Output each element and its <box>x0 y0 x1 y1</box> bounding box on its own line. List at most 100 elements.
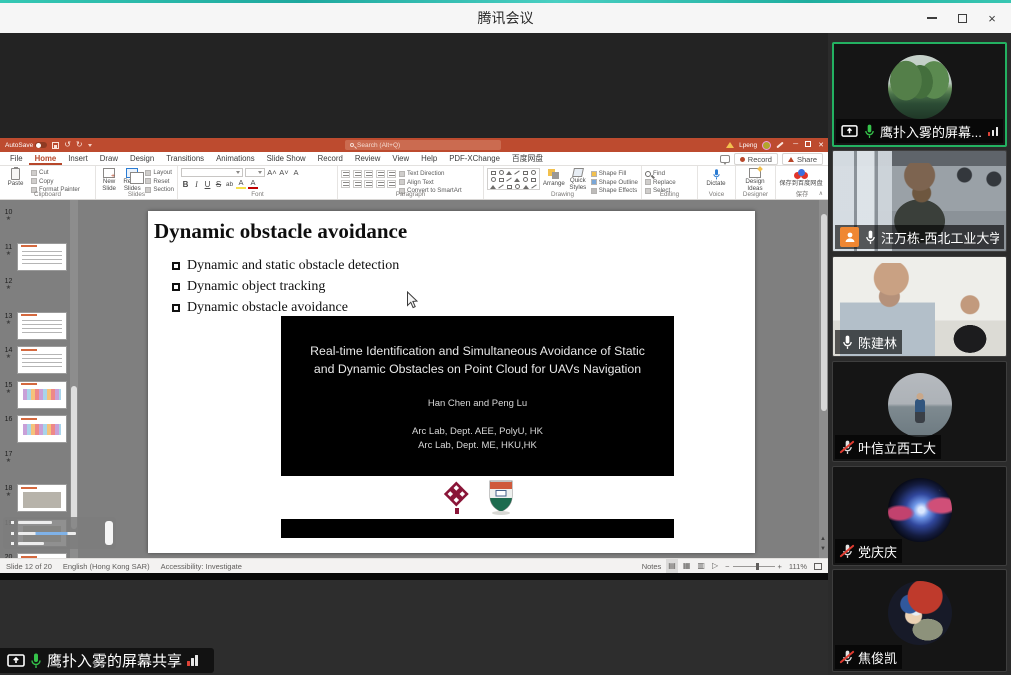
video-progress-bar[interactable] <box>281 519 674 538</box>
share-button[interactable]: Share <box>782 153 823 165</box>
slide-thumbnail[interactable]: 13 ★ <box>0 312 78 341</box>
quick-styles-button[interactable]: Quick Styles <box>568 168 588 190</box>
participant-tile[interactable]: 党庆庆 <box>832 466 1007 566</box>
layout-button[interactable]: Layout <box>145 169 174 176</box>
minimize-button[interactable] <box>917 3 947 33</box>
slide-thumbnail[interactable]: 17 ★ <box>0 450 78 479</box>
columns-button[interactable] <box>387 180 396 188</box>
copy-button[interactable]: Copy <box>31 178 80 185</box>
slide-thumbnail[interactable]: 11 ★ <box>0 243 78 272</box>
participant-tile[interactable]: 焦俊凯 <box>832 569 1007 672</box>
slide-canvas[interactable]: Dynamic obstacle avoidance Dynamic and s… <box>148 211 755 553</box>
collapse-ribbon-icon[interactable]: ∧ <box>819 190 823 197</box>
slide-thumbnail[interactable]: 10 ★ <box>0 208 78 237</box>
ppt-restore-button[interactable] <box>805 141 811 147</box>
reading-view-icon[interactable]: ▥ <box>697 561 705 571</box>
save-to-baidu-button[interactable]: 保存到百度网盘 <box>779 168 823 190</box>
slide-thumbnail[interactable]: 18 ★ <box>0 484 78 513</box>
dictate-button[interactable]: Dictate <box>701 168 731 190</box>
slide-bullet-list[interactable]: Dynamic and static obstacle detection Dy… <box>172 255 399 318</box>
embedded-video[interactable]: Real-time Identification and Simultaneou… <box>281 316 674 538</box>
accessibility-status[interactable]: Accessibility: Investigate <box>161 562 242 571</box>
increase-indent-button[interactable] <box>376 170 385 178</box>
shape-outline-button[interactable]: Shape Outline <box>591 179 638 186</box>
floating-overlay[interactable] <box>3 517 116 549</box>
align-center-button[interactable] <box>353 180 362 188</box>
slideshow-view-icon[interactable]: ▷ <box>712 561 718 571</box>
replace-button[interactable]: Replace <box>645 179 676 186</box>
account-name[interactable]: Lpeng <box>739 142 757 149</box>
ribbon-tab[interactable]: View <box>386 152 415 165</box>
slide-sorter-view-icon[interactable]: ▦ <box>683 561 691 571</box>
close-button[interactable]: × <box>977 3 1007 33</box>
normal-view-icon[interactable]: ▤ <box>668 561 676 571</box>
reset-button[interactable]: Reset <box>145 178 174 185</box>
ribbon-tab[interactable]: Slide Show <box>261 152 312 165</box>
undo-icon[interactable]: ↺ <box>64 140 71 150</box>
align-right-button[interactable] <box>364 180 373 188</box>
slide-thumbnail[interactable]: 15 ★ <box>0 381 78 410</box>
align-left-button[interactable] <box>341 180 350 188</box>
autosave-toggle[interactable]: AutoSave <box>5 142 47 149</box>
ppt-close-button[interactable]: ✕ <box>818 141 824 149</box>
redo-icon[interactable]: ↻ <box>76 140 83 150</box>
fit-to-window-icon[interactable] <box>814 563 822 570</box>
numbering-button[interactable] <box>353 170 362 178</box>
notes-button[interactable]: Notes <box>642 562 662 571</box>
font-style-button[interactable]: B <box>181 180 190 189</box>
slide-thumbnail[interactable]: 12 ★ <box>0 277 78 306</box>
design-ideas-button[interactable]: Design Ideas <box>739 168 771 190</box>
font-size-select[interactable] <box>245 168 265 177</box>
quick-access-dropdown-icon[interactable] <box>88 144 92 147</box>
comments-icon[interactable] <box>720 155 730 163</box>
participant-tile[interactable]: 鹰扑入雾的屏幕... <box>832 42 1007 147</box>
clear-formatting-button[interactable]: A <box>291 168 301 177</box>
slide-title[interactable]: Dynamic obstacle avoidance <box>154 219 407 244</box>
ribbon-tab[interactable]: Home <box>29 152 63 165</box>
arrange-button[interactable]: Arrange <box>543 168 565 190</box>
editor-scrollbar[interactable]: ▲ ▼ <box>819 200 828 558</box>
record-button[interactable]: Record <box>734 153 778 165</box>
grow-font-button[interactable]: A˄ <box>267 168 277 177</box>
language-indicator[interactable]: English (Hong Kong SAR) <box>63 562 150 571</box>
screen-share-toast[interactable]: 鹰扑入雾的屏幕共享 <box>0 648 214 673</box>
next-slide-icon[interactable]: ▼ <box>820 546 826 552</box>
align-text-button[interactable]: Align Text <box>399 179 462 186</box>
ribbon-tab[interactable]: 百度网盘 <box>506 152 549 165</box>
ribbon-tab[interactable]: Draw <box>94 152 124 165</box>
ribbon-tab[interactable]: Design <box>124 152 160 165</box>
shape-fill-button[interactable]: Shape Fill <box>591 170 638 177</box>
font-style-button[interactable]: I <box>192 180 201 189</box>
previous-slide-icon[interactable]: ▲ <box>820 536 826 542</box>
shrink-font-button[interactable]: A˅ <box>279 168 289 177</box>
ribbon-tab[interactable]: Insert <box>62 152 94 165</box>
slide-thumbnail[interactable]: 14 ★ <box>0 346 78 375</box>
zoom-level[interactable]: 111% <box>789 562 807 571</box>
reuse-slides-button[interactable]: Reuse Slides <box>122 168 142 190</box>
decrease-indent-button[interactable] <box>364 170 373 178</box>
text-direction-button[interactable]: Text Direction <box>399 170 462 177</box>
ribbon-tab[interactable]: Animations <box>210 152 261 165</box>
highlight-color-button[interactable]: A <box>236 179 246 189</box>
line-spacing-button[interactable] <box>387 170 396 178</box>
paste-button[interactable]: Paste <box>3 168 28 190</box>
maximize-button[interactable] <box>947 3 977 33</box>
account-avatar[interactable] <box>762 141 771 150</box>
shape-gallery[interactable] <box>487 168 540 190</box>
ribbon-tab[interactable]: File <box>4 152 29 165</box>
participant-tile[interactable]: 叶信立西工大 <box>832 361 1007 462</box>
search-input[interactable]: Search (Alt+Q) <box>345 140 501 150</box>
font-color-button[interactable]: A <box>248 179 258 189</box>
find-button[interactable]: Find <box>645 170 676 177</box>
justify-button[interactable] <box>376 180 385 188</box>
font-name-select[interactable] <box>181 168 243 177</box>
thumbnail-scrollbar[interactable] <box>70 200 78 558</box>
ribbon-tab[interactable]: Help <box>415 152 443 165</box>
ribbon-tab[interactable]: Record <box>312 152 349 165</box>
ribbon-tab[interactable]: Transitions <box>160 152 210 165</box>
cut-button[interactable]: Cut <box>31 169 80 176</box>
ribbon-tab[interactable]: Review <box>349 152 387 165</box>
pen-icon[interactable] <box>776 142 783 149</box>
save-icon[interactable] <box>52 142 59 149</box>
font-style-button[interactable]: S <box>214 180 223 189</box>
